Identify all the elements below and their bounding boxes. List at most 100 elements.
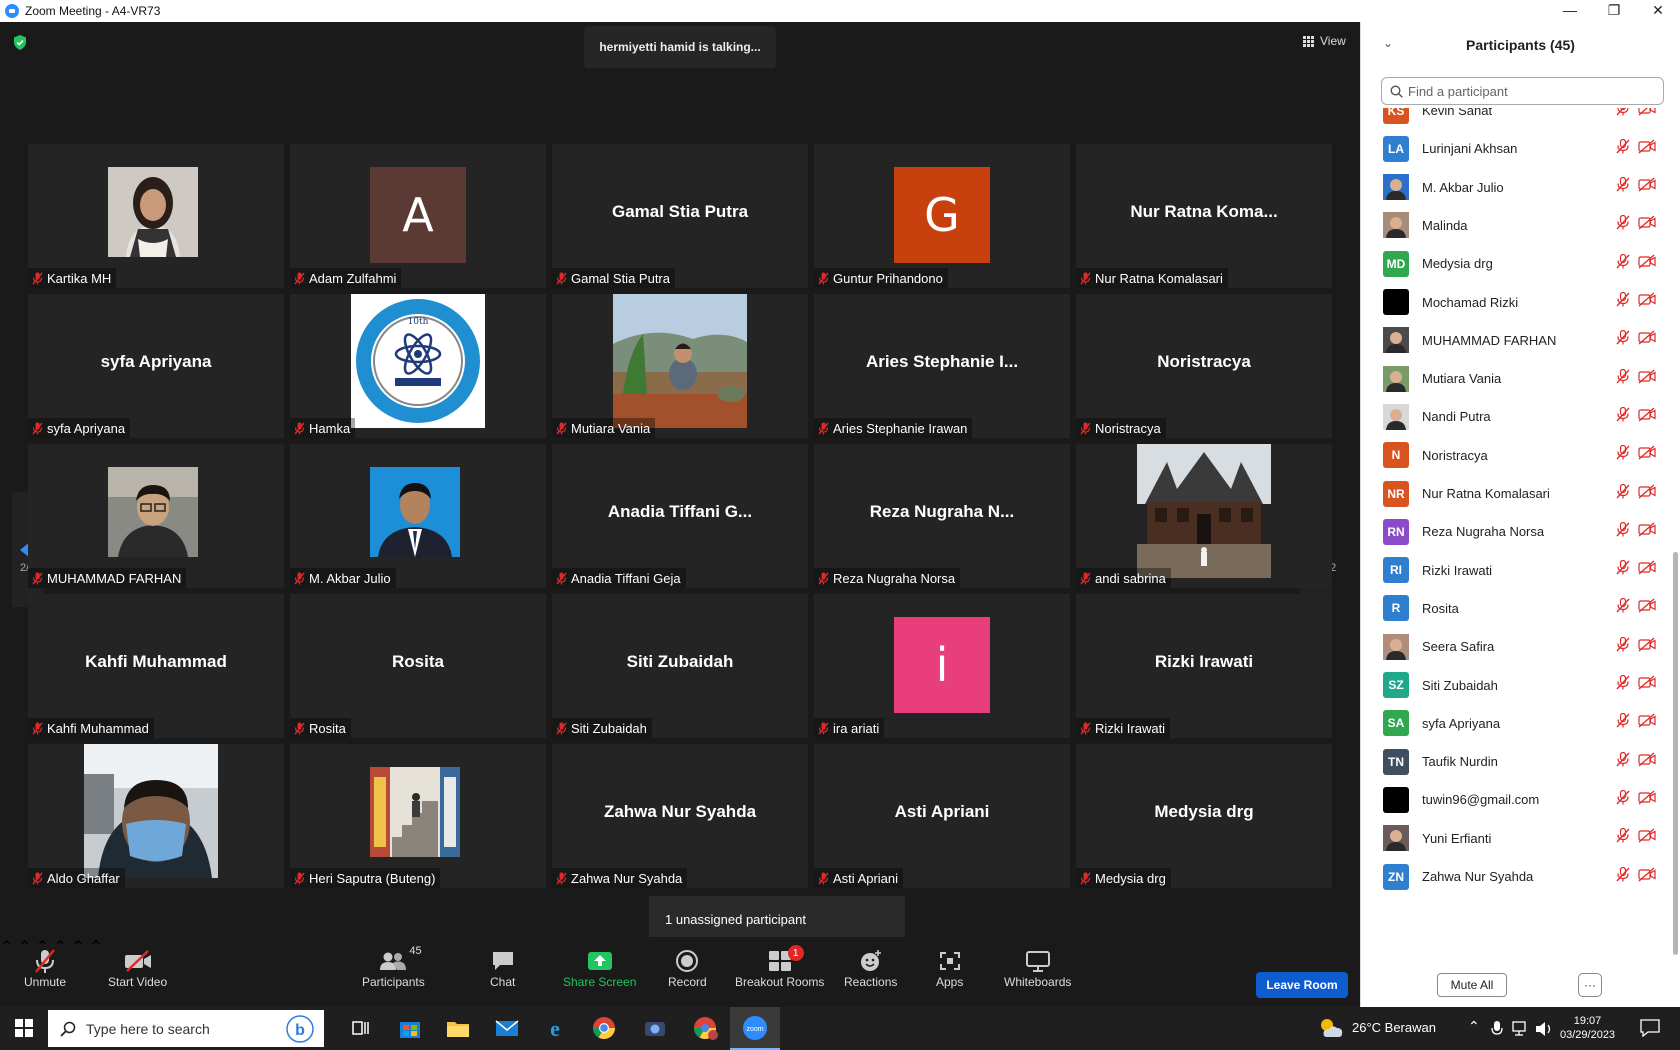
- video-off-icon[interactable]: [1638, 407, 1656, 427]
- participant-row[interactable]: Mochamad Rizki: [1361, 282, 1673, 323]
- participant-row[interactable]: NR Nur Ratna Komalasari: [1361, 473, 1673, 514]
- windows-start-icon[interactable]: [15, 1019, 33, 1037]
- more-options-button[interactable]: ···: [1578, 973, 1602, 997]
- video-off-icon[interactable]: [1638, 867, 1656, 887]
- participant-row[interactable]: MUHAMMAD FARHAN: [1361, 320, 1673, 361]
- video-tile[interactable]: 10th Hamka: [290, 294, 546, 438]
- participant-row[interactable]: SA syfa Apriyana: [1361, 703, 1673, 744]
- mic-muted-icon[interactable]: [1616, 674, 1630, 695]
- camera-app-icon[interactable]: [640, 1013, 670, 1043]
- notifications-icon[interactable]: [1640, 1019, 1660, 1037]
- video-off-icon[interactable]: [1638, 330, 1656, 350]
- participant-row[interactable]: ZN Zahwa Nur Syahda: [1361, 856, 1673, 897]
- task-view-icon[interactable]: [346, 1013, 376, 1043]
- participant-row[interactable]: tuwin96@gmail.com: [1361, 779, 1673, 820]
- mic-muted-icon[interactable]: [1616, 406, 1630, 427]
- mail-icon[interactable]: [492, 1013, 522, 1043]
- video-tile[interactable]: Nur Ratna Koma... Nur Ratna Komalasari: [1076, 144, 1332, 288]
- video-off-icon[interactable]: [1638, 139, 1656, 159]
- video-off-icon[interactable]: [1638, 254, 1656, 274]
- participant-row[interactable]: RI Rizki Irawati: [1361, 550, 1673, 591]
- mic-muted-icon[interactable]: [1616, 521, 1630, 542]
- mic-muted-icon[interactable]: [1616, 483, 1630, 504]
- show-hidden-icons-caret[interactable]: ⌃: [1468, 1018, 1480, 1035]
- bing-icon[interactable]: b: [286, 1014, 314, 1043]
- leave-room-button[interactable]: Leave Room: [1256, 972, 1348, 998]
- restore-button[interactable]: ❐: [1592, 0, 1636, 22]
- participant-list-scrollbar[interactable]: [1673, 552, 1678, 955]
- video-tile[interactable]: Mutiara Vania: [552, 294, 808, 438]
- mic-muted-icon[interactable]: [1616, 445, 1630, 465]
- participant-row[interactable]: MD Medysia drg: [1361, 243, 1673, 284]
- volume-icon[interactable]: [1535, 1021, 1553, 1037]
- whiteboards-button[interactable]: Whiteboards: [1004, 947, 1071, 989]
- mic-muted-icon[interactable]: [1616, 828, 1630, 848]
- taskbar-search-input[interactable]: [86, 1020, 276, 1037]
- participant-row[interactable]: TN Taufik Nurdin: [1361, 741, 1673, 782]
- video-off-icon[interactable]: [1638, 713, 1656, 733]
- video-off-icon[interactable]: [1638, 675, 1656, 695]
- video-off-icon[interactable]: [1638, 484, 1656, 504]
- video-tile[interactable]: andi sabrina: [1076, 444, 1332, 588]
- video-off-icon[interactable]: [1638, 522, 1656, 542]
- mic-muted-icon[interactable]: [1616, 138, 1630, 159]
- video-off-icon[interactable]: [1638, 108, 1656, 121]
- video-off-icon[interactable]: [1638, 177, 1656, 197]
- mic-muted-icon[interactable]: [1616, 559, 1630, 580]
- mic-muted-icon[interactable]: [1616, 253, 1630, 274]
- participant-row[interactable]: Seera Safira: [1361, 626, 1673, 667]
- mic-muted-icon[interactable]: [1616, 598, 1630, 618]
- video-tile[interactable]: MUHAMMAD FARHAN: [28, 444, 284, 588]
- video-off-icon[interactable]: [1638, 828, 1656, 848]
- weather-text[interactable]: 26°C Berawan: [1352, 1020, 1436, 1035]
- video-off-icon[interactable]: [1638, 445, 1656, 465]
- taskbar-search[interactable]: b: [48, 1010, 324, 1047]
- participant-row[interactable]: Nandi Putra: [1361, 396, 1673, 437]
- chrome-icon[interactable]: [589, 1013, 619, 1043]
- video-tile[interactable]: i ira ariati: [814, 594, 1070, 738]
- mic-muted-icon[interactable]: [1616, 330, 1630, 350]
- video-off-icon[interactable]: [1638, 598, 1656, 618]
- participant-search[interactable]: [1381, 77, 1664, 105]
- view-button[interactable]: View: [1303, 34, 1346, 48]
- video-tile[interactable]: Heri Saputra (Buteng): [290, 744, 546, 888]
- video-off-icon[interactable]: [1638, 637, 1656, 657]
- video-tile[interactable]: Gamal Stia Putra Gamal Stia Putra: [552, 144, 808, 288]
- video-tile[interactable]: Anadia Tiffani G... Anadia Tiffani Geja: [552, 444, 808, 588]
- video-off-icon[interactable]: [1638, 790, 1656, 810]
- encryption-shield-icon[interactable]: [13, 35, 27, 50]
- video-tile[interactable]: Kahfi Muhammad Kahfi Muhammad: [28, 594, 284, 738]
- mic-muted-icon[interactable]: [1616, 751, 1630, 772]
- participant-row[interactable]: LA Lurinjani Akhsan: [1361, 128, 1673, 169]
- mic-muted-icon[interactable]: [1616, 176, 1630, 197]
- video-tile[interactable]: Rosita Rosita: [290, 594, 546, 738]
- video-tile[interactable]: Aldo Ghaffar: [28, 744, 284, 888]
- unmute-button[interactable]: Unmute: [24, 947, 66, 989]
- participant-row[interactable]: Mutiara Vania: [1361, 358, 1673, 399]
- video-tile[interactable]: Noristracya Noristracya: [1076, 294, 1332, 438]
- mic-muted-icon[interactable]: [1616, 291, 1630, 312]
- system-clock[interactable]: 19:07 03/29/2023: [1560, 1014, 1615, 1042]
- record-button[interactable]: Record: [668, 947, 707, 989]
- chat-button[interactable]: Chat: [490, 947, 515, 989]
- participant-row[interactable]: SZ Siti Zubaidah: [1361, 665, 1673, 706]
- participant-row[interactable]: Malinda: [1361, 205, 1673, 246]
- video-tile[interactable]: Asti Apriani Asti Apriani: [814, 744, 1070, 888]
- video-tile[interactable]: Kartika MH: [28, 144, 284, 288]
- video-tile[interactable]: M. Akbar Julio: [290, 444, 546, 588]
- zoom-taskbar-active[interactable]: zoom: [730, 1007, 780, 1050]
- breakout-rooms-button[interactable]: 1 Breakout Rooms: [735, 945, 824, 989]
- participant-row[interactable]: N Noristracya: [1361, 435, 1673, 476]
- network-icon[interactable]: [1512, 1021, 1530, 1037]
- video-tile[interactable]: Aries Stephanie I... Aries Stephanie Iraw…: [814, 294, 1070, 438]
- mic-muted-icon[interactable]: [1616, 108, 1630, 121]
- reactions-button[interactable]: Reactions: [844, 947, 897, 989]
- participant-row[interactable]: Yuni Erfianti: [1361, 818, 1673, 859]
- video-off-icon[interactable]: [1638, 560, 1656, 580]
- participant-row[interactable]: RN Reza Nugraha Norsa: [1361, 511, 1673, 552]
- microphone-tray-icon[interactable]: [1491, 1021, 1503, 1037]
- video-tile[interactable]: Rizki Irawati Rizki Irawati: [1076, 594, 1332, 738]
- mute-all-button[interactable]: Mute All: [1437, 973, 1507, 997]
- video-tile[interactable]: Zahwa Nur Syahda Zahwa Nur Syahda: [552, 744, 808, 888]
- video-off-icon[interactable]: [1638, 292, 1656, 312]
